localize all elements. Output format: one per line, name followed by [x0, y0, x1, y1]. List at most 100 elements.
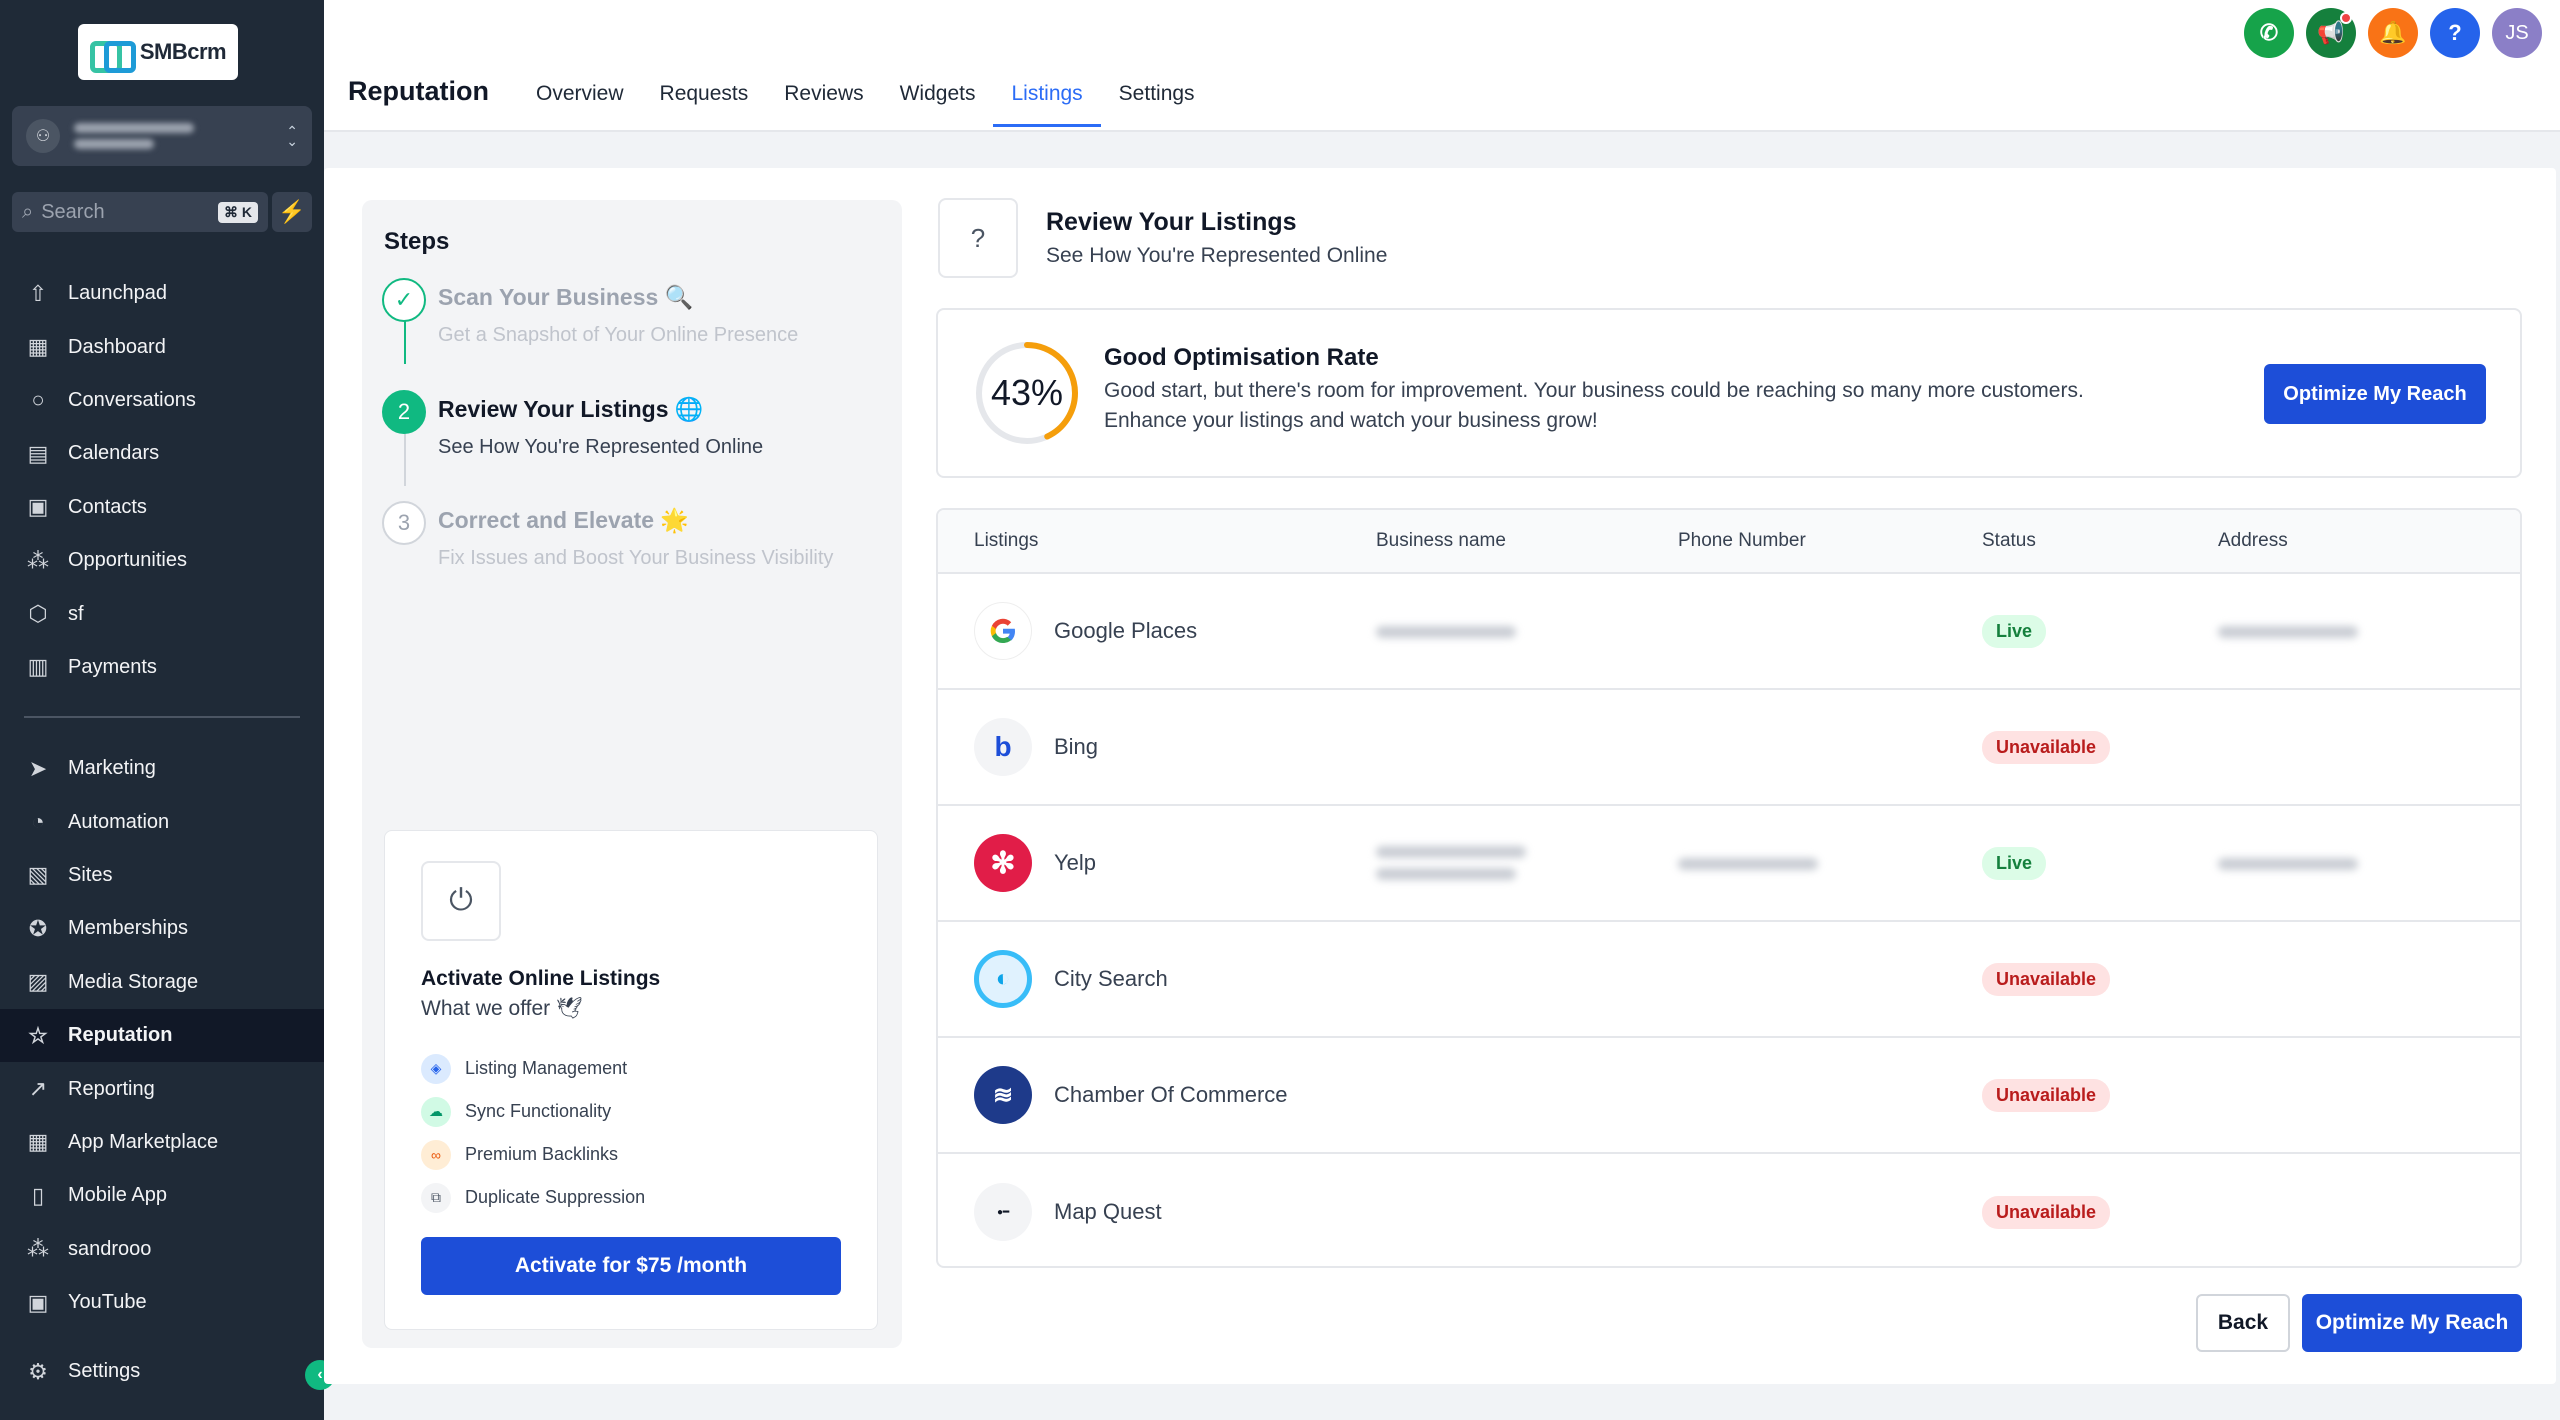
notifications-button[interactable]: 🔔	[2368, 8, 2418, 58]
link-icon: ∞	[421, 1139, 451, 1170]
account-switcher[interactable]: ⚇ ⌃ ⌄	[12, 106, 312, 166]
sidebar-nav-secondary: ➤ Marketing ◔ Automation ▧ Sites ✪ Membershi…	[0, 742, 324, 1329]
sidebar-item-reporting[interactable]: ↗ Reporting	[0, 1062, 324, 1115]
apps-icon: ▦	[27, 1129, 49, 1155]
activate-button[interactable]: Activate for $75 /month	[421, 1237, 841, 1295]
notification-dot	[2340, 12, 2352, 24]
tab-requests[interactable]: Requests	[642, 70, 767, 127]
sidebar-item-payments[interactable]: ▥ Payments	[0, 641, 324, 694]
tab-listings[interactable]: Listings	[993, 70, 1101, 127]
grid-icon: ▦	[27, 334, 49, 360]
sidebar-item-app-marketplace[interactable]: ▦ App Marketplace	[0, 1116, 324, 1169]
yelp-icon: ✻	[974, 834, 1032, 892]
status-badge: Unavailable	[1982, 962, 2111, 996]
offer-feature-list: ◈ Listing Management ☁ Sync Functionality …	[421, 1047, 645, 1219]
col-business-name: Business name	[1376, 530, 1506, 551]
tab-settings[interactable]: Settings	[1101, 70, 1213, 127]
sidebar-item-media-storage[interactable]: ▨ Media Storage	[0, 956, 324, 1009]
sidebar-item-settings[interactable]: ⚙ Settings	[0, 1345, 324, 1398]
sidebar-item-contacts[interactable]: ▣ Contacts	[0, 481, 324, 534]
logo-mark-icon	[89, 38, 136, 73]
optimisation-percent: 43%	[990, 372, 1064, 413]
optimize-reach-button[interactable]: Optimize My Reach	[2264, 364, 2486, 424]
status-badge: Unavailable	[1982, 1195, 2111, 1229]
sidebar-item-automation[interactable]: ◔ Automation	[0, 795, 324, 848]
user-avatar[interactable]: JS	[2492, 8, 2542, 58]
main-content: Steps ✓ Scan Your Business 🔍 Get a Snaps…	[324, 168, 2556, 1384]
top-header: Reputation Overview Requests Reviews Wid…	[324, 0, 2560, 132]
offer-title: Activate Online Listings	[421, 967, 661, 990]
cube-icon: ◈	[421, 1053, 451, 1084]
payments-icon: ▥	[27, 654, 49, 680]
sidebar-item-opportunities[interactable]: ⁂ Opportunities	[0, 534, 324, 587]
step-title: Scan Your Business 🔍	[438, 284, 694, 310]
sidebar-item-marketing[interactable]: ➤ Marketing	[0, 742, 324, 795]
quick-action-bolt-icon[interactable]: ⚡	[272, 192, 312, 232]
review-subtitle: See How You're Represented Online	[1046, 244, 1388, 267]
col-listings: Listings	[974, 530, 1039, 551]
activate-listings-card: ⏻ Activate Online Listings What we offer…	[384, 830, 878, 1330]
table-row[interactable]: ◐ City Search Unavailable	[938, 922, 2520, 1038]
step-subtitle: See How You're Represented Online	[438, 436, 764, 458]
address-redacted	[2218, 858, 2358, 870]
optimize-reach-footer-button[interactable]: Optimize My Reach	[2302, 1294, 2522, 1352]
listing-name: City Search	[1054, 966, 1168, 991]
listing-name: Chamber Of Commerce	[1054, 1082, 1288, 1107]
page-title: Reputation	[348, 76, 489, 106]
listing-name: Bing	[1054, 734, 1099, 759]
step-subtitle: Get a Snapshot of Your Online Presence	[438, 324, 799, 346]
table-row[interactable]: ●━ Map Quest Unavailable	[938, 1154, 2520, 1266]
sidebar-item-youtube[interactable]: ▣ YouTube	[0, 1276, 324, 1329]
app-logo[interactable]: SMBcrm	[78, 24, 238, 80]
search-shortcut: ⌘ K	[218, 201, 258, 223]
sidebar-item-sf[interactable]: ⬡ sf	[0, 587, 324, 640]
sidebar-divider	[24, 716, 300, 718]
announcements-button[interactable]: 📢	[2306, 8, 2356, 58]
youtube-icon: ▣	[27, 1289, 49, 1315]
table-row[interactable]: b Bing Unavailable	[938, 690, 2520, 806]
listings-table: Listings Business name Phone Number Stat…	[936, 508, 2522, 1268]
step-title: Correct and Elevate 🌟	[438, 507, 690, 533]
sidebar-item-dashboard[interactable]: ▦ Dashboard	[0, 320, 324, 373]
phone-call-button[interactable]: ✆	[2244, 8, 2294, 58]
step-number: 3	[382, 501, 426, 545]
tab-widgets[interactable]: Widgets	[882, 70, 994, 127]
logo-text: SMBcrm	[139, 39, 227, 64]
offer-feature: ∞ Premium Backlinks	[421, 1133, 645, 1176]
step-connector	[404, 318, 406, 364]
table-row[interactable]: Google Places Live	[938, 574, 2520, 690]
sidebar-item-mobile-app[interactable]: ▯ Mobile App	[0, 1169, 324, 1222]
col-address: Address	[2218, 530, 2288, 551]
cloud-icon: ☁	[421, 1096, 451, 1127]
megaphone-icon: 📢	[2317, 20, 2345, 45]
user-icon: ⚇	[26, 119, 60, 153]
sidebar-item-reputation[interactable]: ☆ Reputation	[0, 1008, 324, 1063]
step-number: 2	[382, 390, 426, 434]
trend-icon: ↗	[28, 1076, 48, 1102]
contacts-icon: ▣	[27, 494, 49, 520]
offer-feature: ◈ Listing Management	[421, 1047, 645, 1090]
power-icon: ⏻	[421, 861, 501, 941]
back-button[interactable]: Back	[2196, 1294, 2290, 1352]
business-name-redacted	[1376, 626, 1516, 638]
search-input[interactable]: ⌕ Search ⌘ K	[12, 192, 268, 232]
account-name-redacted	[74, 123, 194, 149]
tab-reviews[interactable]: Reviews	[766, 70, 881, 127]
sidebar-item-sites[interactable]: ▧ Sites	[0, 849, 324, 902]
table-row[interactable]: ≋ Chamber Of Commerce Unavailable	[938, 1038, 2520, 1154]
chat-icon: ○	[31, 387, 45, 413]
listing-name: Google Places	[1054, 618, 1198, 643]
network-icon: ⁂	[27, 547, 49, 573]
sidebar-item-sandrooo[interactable]: ⁂ sandrooo	[0, 1223, 324, 1276]
table-row[interactable]: ✻ Yelp Live	[938, 806, 2520, 922]
sidebar-item-calendars[interactable]: ▤ Calendars	[0, 427, 324, 480]
col-phone-number: Phone Number	[1678, 530, 1806, 551]
sidebar-item-memberships[interactable]: ✪ Memberships	[0, 902, 324, 955]
bell-icon: 🔔	[2379, 20, 2407, 45]
sidebar-item-launchpad[interactable]: ⇧ Launchpad	[0, 267, 324, 320]
listing-name: Yelp	[1054, 850, 1097, 875]
address-redacted	[2218, 626, 2358, 638]
help-button[interactable]: ?	[2430, 8, 2480, 58]
sidebar-item-conversations[interactable]: ○ Conversations	[0, 374, 324, 427]
tab-overview[interactable]: Overview	[518, 70, 642, 127]
